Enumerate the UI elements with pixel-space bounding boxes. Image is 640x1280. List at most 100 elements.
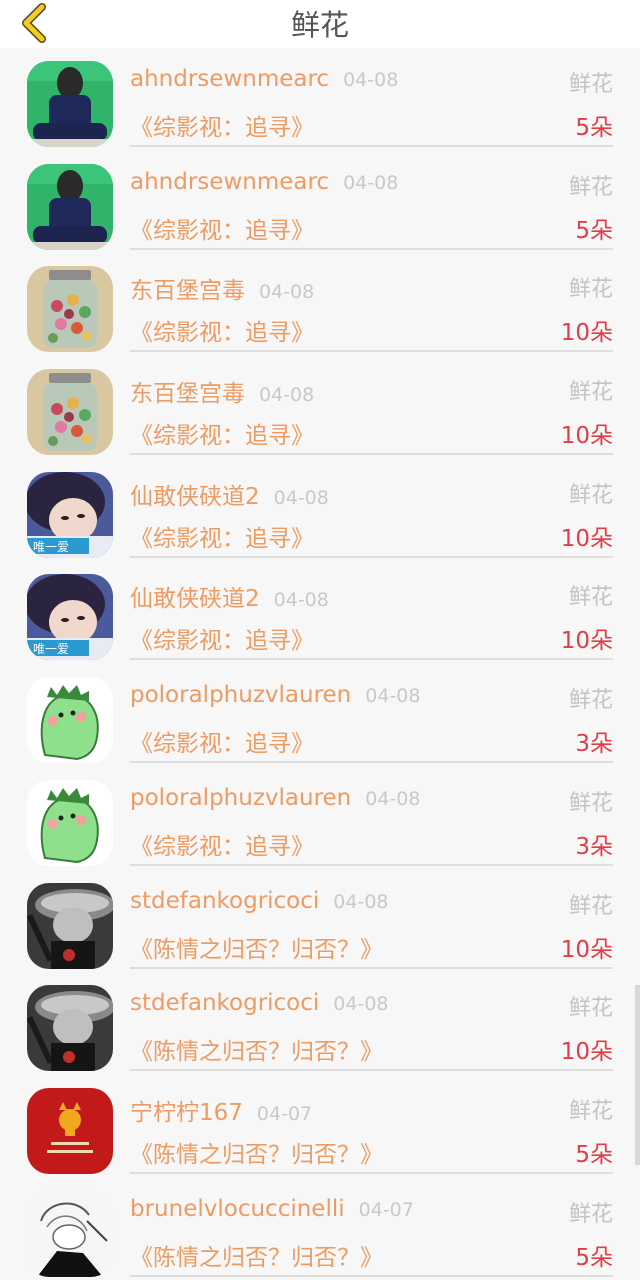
- list-item[interactable]: 唯一爱 仙敢侠硖道2 04-08 鲜花《综影视：追寻》 10朵: [0, 459, 640, 562]
- gift-count: 10朵: [560, 525, 613, 552]
- username-text: stdefankogricoci: [130, 887, 320, 914]
- book-title[interactable]: 《陈情之归否？归否？》: [130, 1032, 383, 1066]
- avatar[interactable]: [27, 779, 113, 866]
- username[interactable]: stdefankogricoci 04-08: [130, 990, 389, 1016]
- avatar[interactable]: [27, 882, 113, 969]
- username[interactable]: 宁柠柠167 04-07: [130, 1093, 312, 1127]
- gift-type-label: 鲜花: [568, 1201, 613, 1227]
- gift-date: 04-08: [273, 486, 329, 509]
- avatar[interactable]: [27, 1087, 113, 1174]
- gift-date: 04-07: [256, 1102, 313, 1125]
- divider: [130, 966, 613, 969]
- list-item[interactable]: 唯一爱 仙敢侠硖道2 04-08 鲜花《综影视：追寻》 10朵: [0, 561, 640, 664]
- avatar[interactable]: [27, 266, 113, 353]
- username-text: brunelvlocuccinelli: [130, 1195, 345, 1222]
- username-text: 仙敢侠硖道2: [130, 586, 260, 613]
- gift-type-label: 鲜花: [568, 72, 613, 97]
- book-title[interactable]: 《综影视：追寻》: [130, 724, 314, 758]
- book-title[interactable]: 《综影视：追寻》: [130, 211, 314, 245]
- divider: [130, 350, 613, 353]
- gift-count: 3朵: [575, 833, 613, 860]
- avatar[interactable]: 唯一爱: [27, 574, 113, 661]
- username[interactable]: 仙敢侠硖道2 04-08: [130, 477, 329, 511]
- username[interactable]: poloralphuzvlauren 04-08: [130, 785, 420, 811]
- top-bar: 鲜花: [0, 0, 640, 48]
- list-item[interactable]: 东百堡宫毒 04-08 鲜花 《综影视：追寻》 10朵: [0, 253, 640, 356]
- gift-date: 04-08: [365, 685, 421, 708]
- scrollbar[interactable]: [635, 985, 640, 1165]
- gift-count: 10朵: [560, 936, 613, 963]
- svg-text:唯一爱: 唯一爱: [33, 540, 69, 554]
- book-title[interactable]: 《陈情之归否？归否？》: [130, 1238, 383, 1272]
- username[interactable]: stdefankogricoci 04-08: [130, 888, 389, 914]
- avatar[interactable]: [27, 985, 113, 1072]
- gift-date: 04-08: [333, 890, 389, 913]
- gift-type-label: 鲜花: [568, 482, 613, 508]
- gift-count: 5朵: [575, 217, 613, 244]
- username-text: 东百堡宫毒: [130, 278, 245, 305]
- gift-count: 5朵: [575, 1244, 613, 1271]
- list-item[interactable]: poloralphuzvlauren 04-08 鲜花 《综影视：追寻》 3朵: [0, 767, 640, 870]
- list-item[interactable]: stdefankogricoci 04-08 鲜花 《陈情之归否？归否？》 10朵: [0, 972, 640, 1075]
- book-title[interactable]: 《陈情之归否？归否？》: [130, 1135, 383, 1169]
- list-item[interactable]: 宁柠柠167 04-07 鲜花《陈情之归否？归否？》 5朵: [0, 1075, 640, 1178]
- book-title[interactable]: 《综影视：追寻》: [130, 519, 314, 553]
- divider: [130, 145, 613, 147]
- list-item[interactable]: poloralphuzvlauren 04-08 鲜花 《综影视：追寻》 3朵: [0, 664, 640, 767]
- book-title[interactable]: 《综影视：追寻》: [130, 827, 314, 861]
- username[interactable]: 仙敢侠硖道2 04-08: [130, 579, 329, 613]
- gift-type-label: 鲜花: [568, 380, 613, 406]
- book-title[interactable]: 《陈情之归否？归否？》: [130, 930, 383, 964]
- gift-type-label: 鲜花: [568, 174, 613, 200]
- username-text: 东百堡宫毒: [130, 381, 245, 408]
- username[interactable]: ahndrsewnmearc 04-08: [130, 169, 398, 195]
- gift-count: 5朵: [575, 1141, 613, 1168]
- divider: [130, 1274, 613, 1277]
- divider: [130, 1069, 613, 1072]
- username[interactable]: 东百堡宫毒 04-08: [130, 374, 314, 408]
- list-item[interactable]: ahndrsewnmearc 04-08 鲜花《综影视：追寻》 5朵: [0, 151, 640, 254]
- username[interactable]: poloralphuzvlauren 04-08: [130, 682, 420, 708]
- gift-date: 04-08: [259, 281, 315, 304]
- username-text: poloralphuzvlauren: [130, 784, 352, 811]
- avatar[interactable]: [27, 1190, 113, 1277]
- svg-text:唯一爱: 唯一爱: [33, 642, 69, 656]
- username-text: ahndrsewnmearc: [130, 66, 330, 92]
- gift-date: 04-08: [259, 384, 315, 407]
- list-item[interactable]: stdefankogricoci 04-08 鲜花 《陈情之归否？归否？》 10朵: [0, 870, 640, 973]
- gift-date: 04-07: [358, 1198, 414, 1221]
- username-text: 宁柠柠167: [130, 1099, 243, 1126]
- avatar[interactable]: [27, 369, 113, 456]
- avatar[interactable]: 唯一爱: [27, 471, 113, 558]
- gift-type-label: 鲜花: [568, 688, 613, 714]
- username[interactable]: 东百堡宫毒 04-08: [130, 271, 314, 305]
- avatar[interactable]: [27, 163, 113, 250]
- gift-count: 10朵: [560, 628, 613, 655]
- username-text: ahndrsewnmearc: [130, 168, 330, 195]
- gift-date: 04-08: [333, 993, 389, 1016]
- gift-count: 10朵: [560, 320, 613, 347]
- list-item[interactable]: 东百堡宫毒 04-08 鲜花《综影视：追寻》 10朵: [0, 356, 640, 459]
- avatar[interactable]: [27, 677, 113, 764]
- book-title[interactable]: 《综影视：追寻》: [130, 108, 314, 142]
- divider: [130, 453, 613, 456]
- gift-count: 10朵: [560, 1039, 613, 1066]
- username[interactable]: brunelvlocuccinelli 04-07: [130, 1196, 414, 1222]
- list-item[interactable]: brunelvlocuccinelli 04-07 鲜花《陈情之归否？归否？》 5朵: [0, 1178, 640, 1280]
- book-title[interactable]: 《综影视：追寻》: [130, 416, 314, 450]
- divider: [130, 658, 613, 661]
- username[interactable]: ahndrsewnmearc 04-08: [130, 66, 398, 92]
- divider: [130, 1171, 613, 1174]
- list-item[interactable]: ahndrsewnmearc 04-08 鲜花《综影视：追寻》 5朵: [0, 48, 640, 151]
- divider: [130, 863, 613, 866]
- gift-count: 5朵: [575, 115, 613, 141]
- username-text: stdefankogricoci: [130, 990, 320, 1017]
- gift-date: 04-08: [343, 171, 399, 194]
- avatar[interactable]: [27, 61, 113, 147]
- gift-date: 04-08: [343, 69, 399, 91]
- book-title[interactable]: 《综影视：追寻》: [130, 313, 314, 347]
- book-title[interactable]: 《综影视：追寻》: [130, 621, 314, 655]
- gift-count: 10朵: [560, 423, 613, 450]
- gift-type-label: 鲜花: [568, 1098, 613, 1124]
- gift-type-label: 鲜花: [568, 585, 613, 611]
